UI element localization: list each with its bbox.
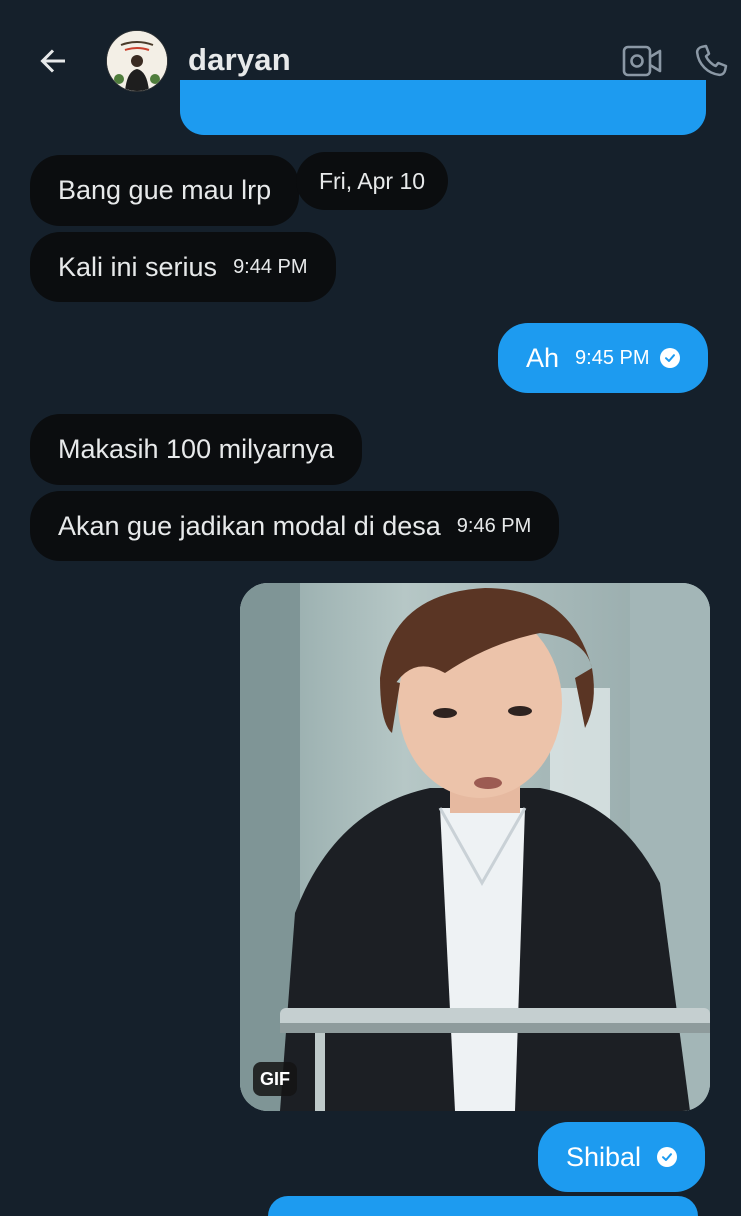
read-check-icon — [657, 1147, 678, 1167]
video-call-icon — [622, 45, 662, 77]
message-bubble-received[interactable]: Bang gue mau lrp — [30, 155, 300, 226]
video-call-button[interactable] — [616, 36, 668, 86]
message-text: Akan gue jadikan modal di desa — [58, 510, 441, 541]
message-text: Shibal — [566, 1141, 642, 1172]
message-bubble-sent[interactable]: Ah 9:45 PM — [498, 323, 708, 393]
message-time: 9:46 PM — [456, 515, 532, 537]
gif-badge: GIF — [253, 1062, 297, 1096]
message-text: Bang gue mau lrp — [58, 175, 272, 205]
contact-name[interactable]: daryan — [188, 42, 291, 78]
read-check-icon — [659, 348, 680, 368]
arrow-left-icon — [40, 49, 65, 73]
message-bubble-sent-next[interactable] — [268, 1196, 698, 1216]
avatar-image — [107, 31, 167, 91]
message-text: Ah — [526, 342, 560, 373]
back-button[interactable] — [30, 38, 76, 84]
message-bubble-received[interactable]: Kali ini serius 9:44 PM — [30, 232, 336, 302]
message-bubble-sent[interactable]: Shibal — [538, 1122, 706, 1192]
message-text: Makasih 100 milyarnya — [58, 434, 335, 464]
message-bubble-sent-previous[interactable] — [180, 80, 706, 135]
message-bubble-received[interactable]: Makasih 100 milyarnya — [30, 414, 363, 485]
message-time: 9:45 PM — [575, 347, 650, 369]
message-text: Kali ini serius — [58, 251, 218, 282]
phone-icon — [695, 44, 728, 77]
date-separator: Fri, Apr 10 — [296, 152, 448, 210]
avatar[interactable] — [106, 30, 168, 92]
message-bubble-received[interactable]: Akan gue jadikan modal di desa 9:46 PM — [30, 491, 560, 561]
gif-message[interactable] — [240, 583, 710, 1111]
message-time: 9:44 PM — [233, 256, 308, 278]
gif-image — [240, 583, 710, 1111]
phone-call-button[interactable] — [686, 36, 736, 86]
